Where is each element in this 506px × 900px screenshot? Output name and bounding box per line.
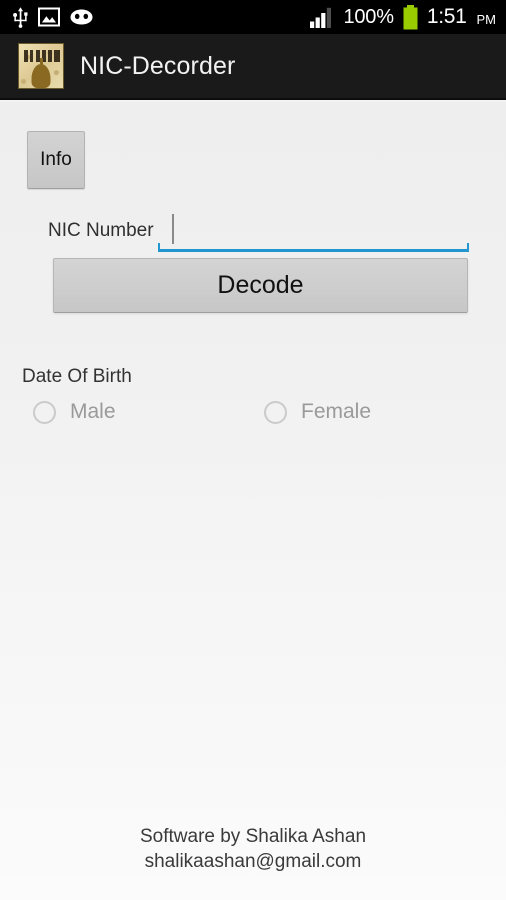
action-bar: NIC-Decorder [0, 34, 506, 100]
radio-circle-icon[interactable] [264, 400, 287, 424]
radio-option-female[interactable]: Female [264, 400, 371, 424]
android-app-screen: 100% 1:51 PM NIC-Decorder Info NIC Numbe… [0, 0, 506, 900]
battery-full-icon [402, 4, 419, 30]
screenshot-image-icon [38, 7, 60, 27]
input-underline [158, 243, 469, 252]
radio-label-female: Female [301, 400, 372, 423]
app-icon-stupa-shape [31, 64, 51, 88]
app-title: NIC-Decorder [80, 51, 236, 80]
nic-number-row: NIC Number [0, 210, 506, 252]
status-bar: 100% 1:51 PM [0, 0, 506, 34]
info-button[interactable]: Info [27, 131, 85, 189]
footer-author: Software by Shalika Ashan [139, 826, 367, 847]
main-content: Info NIC Number Decode Date Of Birth Mal… [0, 102, 506, 900]
signal-bars-icon [310, 7, 335, 28]
radio-circle-icon[interactable] [33, 400, 56, 424]
footer-email: shalikaashan@gmail.com [144, 851, 362, 872]
decode-button[interactable]: Decode [53, 258, 468, 313]
text-cursor [172, 214, 174, 244]
status-bar-clock: 1:51 [426, 5, 467, 28]
status-bar-clock-ampm: PM [476, 11, 497, 27]
radio-label-male: Male [70, 400, 116, 423]
nic-number-input-wrapper[interactable] [158, 210, 469, 252]
battery-percent-label: 100% [343, 5, 394, 28]
status-bar-right-icons: 100% 1:51 PM [310, 4, 497, 30]
cyanogenmod-icon [69, 8, 94, 26]
radio-option-male[interactable]: Male [33, 400, 116, 424]
usb-icon [12, 6, 29, 28]
app-launcher-icon [18, 43, 64, 89]
nic-number-label: NIC Number [48, 220, 154, 241]
status-bar-left-icons [12, 6, 94, 28]
date-of-birth-label: Date Of Birth [22, 366, 132, 387]
footer-credits: Software by Shalika Ashan shalikaashan@g… [0, 824, 506, 874]
